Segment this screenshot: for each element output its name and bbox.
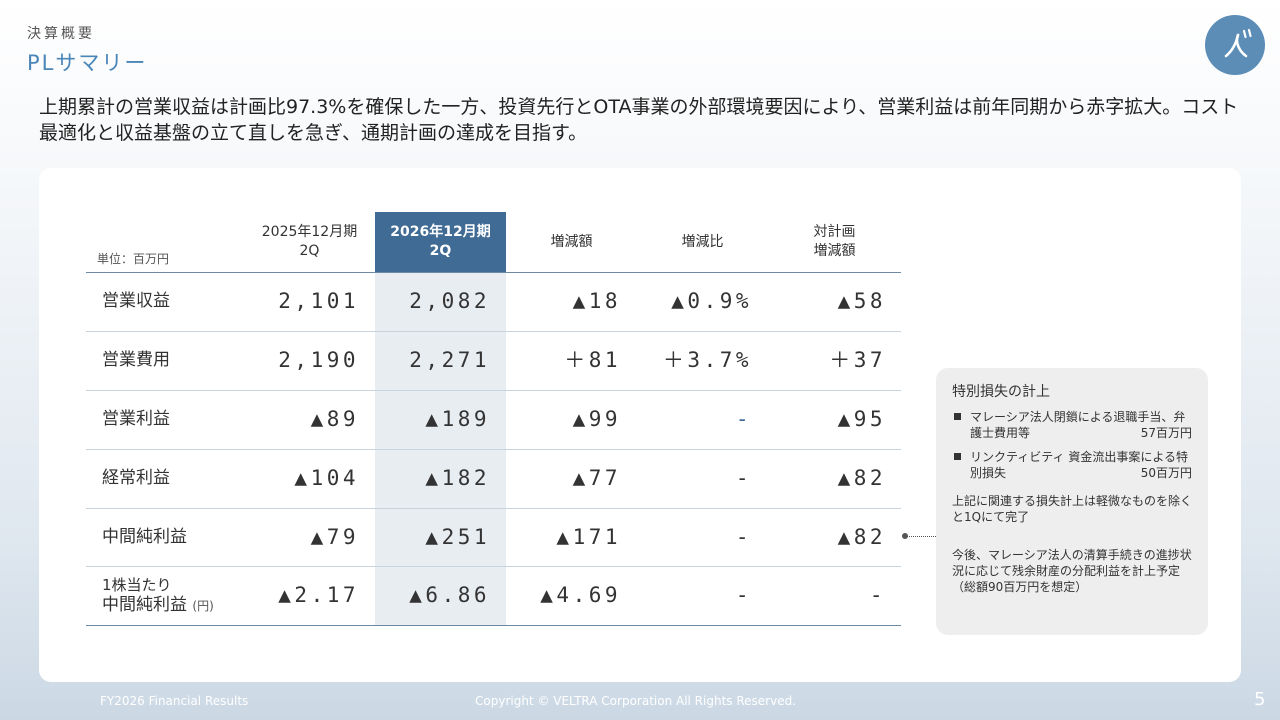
row-label-ordinary-income: 経常利益 xyxy=(102,468,170,488)
row-label-interim-net-income: 中間純利益 xyxy=(102,527,187,547)
table-cell: ▲251 xyxy=(425,525,490,549)
footer-title: FY2026 Financial Results xyxy=(100,694,249,708)
note-text-completion: 上記に関連する損失計上は軽微なものを除くと1Qにて完了 xyxy=(952,494,1193,524)
row-label-eps: 1株当たり 中間純利益 (円) xyxy=(102,566,214,624)
col-header-change-amount: 増減額 xyxy=(550,233,593,250)
footer-copyright: Copyright © VELTRA Corporation All Right… xyxy=(475,694,797,708)
table-cell: 2,082 xyxy=(409,289,490,313)
note-connector-dot xyxy=(902,533,908,539)
row-label-eps-main: 中間純利益 xyxy=(102,594,187,615)
row-label-operating-revenue: 営業収益 xyxy=(102,291,170,311)
bullet-square-icon xyxy=(954,413,961,420)
table-cell: ▲58 xyxy=(837,289,886,313)
note-connector-line xyxy=(906,536,936,537)
table-cell: ▲2.17 xyxy=(278,583,359,607)
table-cell: ▲95 xyxy=(837,407,886,431)
table-cell: ▲82 xyxy=(837,525,886,549)
note-item: マレーシア法人閉鎖による退職手当、弁護士費用等 57百万円 xyxy=(952,409,1192,441)
table-cell: ▲77 xyxy=(572,466,621,490)
table-cell: ▲171 xyxy=(556,525,621,549)
table-cell: ▲4.69 xyxy=(540,583,621,607)
company-logo xyxy=(1205,15,1265,75)
note-text-outlook: 今後、マレーシア法人の清算手続きの進捗状況に応じて残余財産の分配利益を計上予定（… xyxy=(952,548,1192,594)
note-item: リンクティビティ 資金流出事案による特別損失 50百万円 xyxy=(952,449,1192,481)
table-cell: ＋37 xyxy=(829,348,886,372)
table-bottom-rule xyxy=(86,625,901,626)
table-cell: ▲18 xyxy=(572,289,621,313)
lead-summary: 上期累計の営業収益は計画比97.3%を確保した一方、投資先行とOTA事業の外部環… xyxy=(39,96,1239,144)
table-cell: 2,271 xyxy=(409,348,490,372)
table-cell: ▲182 xyxy=(425,466,490,490)
page-number: 5 xyxy=(1254,689,1266,710)
table-cell: - xyxy=(869,583,886,607)
row-label-eps-unit: (円) xyxy=(192,598,214,613)
table-cell: ▲82 xyxy=(837,466,886,490)
note-title: 特別損失の計上 xyxy=(952,384,1050,400)
table-cell: ▲104 xyxy=(294,466,359,490)
bullet-square-icon xyxy=(954,453,961,460)
table-cell: ▲99 xyxy=(572,407,621,431)
table-cell: ▲0.9% xyxy=(671,289,752,313)
row-label-eps-line1: 1株当たり xyxy=(102,575,172,594)
extraordinary-loss-note: 特別損失の計上 マレーシア法人閉鎖による退職手当、弁護士費用等 57百万円 リン… xyxy=(936,368,1208,635)
table-cell: ▲6.86 xyxy=(409,583,490,607)
table-cell: ▲79 xyxy=(310,525,359,549)
row-label-eps-line2: 中間純利益 (円) xyxy=(102,595,214,616)
note-item-amount: 50百万円 xyxy=(1140,466,1192,480)
section-label: 決算概要 xyxy=(27,26,95,42)
col-header-vs-plan: 対計画 増減額 xyxy=(813,224,856,259)
table-cell: ▲89 xyxy=(310,407,359,431)
table-cell: - xyxy=(735,583,752,607)
table-cell: - xyxy=(735,466,752,490)
row-label-operating-income: 営業利益 xyxy=(102,409,170,429)
row-label-operating-expenses: 営業費用 xyxy=(102,350,170,370)
note-item-amount: 57百万円 xyxy=(1140,426,1192,440)
table-cell: 2,101 xyxy=(278,289,359,313)
logo-mark-icon xyxy=(1224,28,1252,58)
table-cell: 2,190 xyxy=(278,348,359,372)
table-cell: ＋81 xyxy=(564,348,621,372)
page-title: PLサマリー xyxy=(27,51,148,75)
col-header-change-rate: 増減比 xyxy=(681,233,724,250)
table-cell: - xyxy=(735,525,752,549)
table-cell: - xyxy=(735,407,752,431)
table-cell: ▲189 xyxy=(425,407,490,431)
table-cell: ＋3.7% xyxy=(662,348,752,372)
unit-label: 単位：百万円 xyxy=(97,252,170,266)
col-header-fy2026: 2026年12月期 2Q xyxy=(390,224,491,259)
col-header-fy2025: 2025年12月期 2Q xyxy=(261,224,358,259)
